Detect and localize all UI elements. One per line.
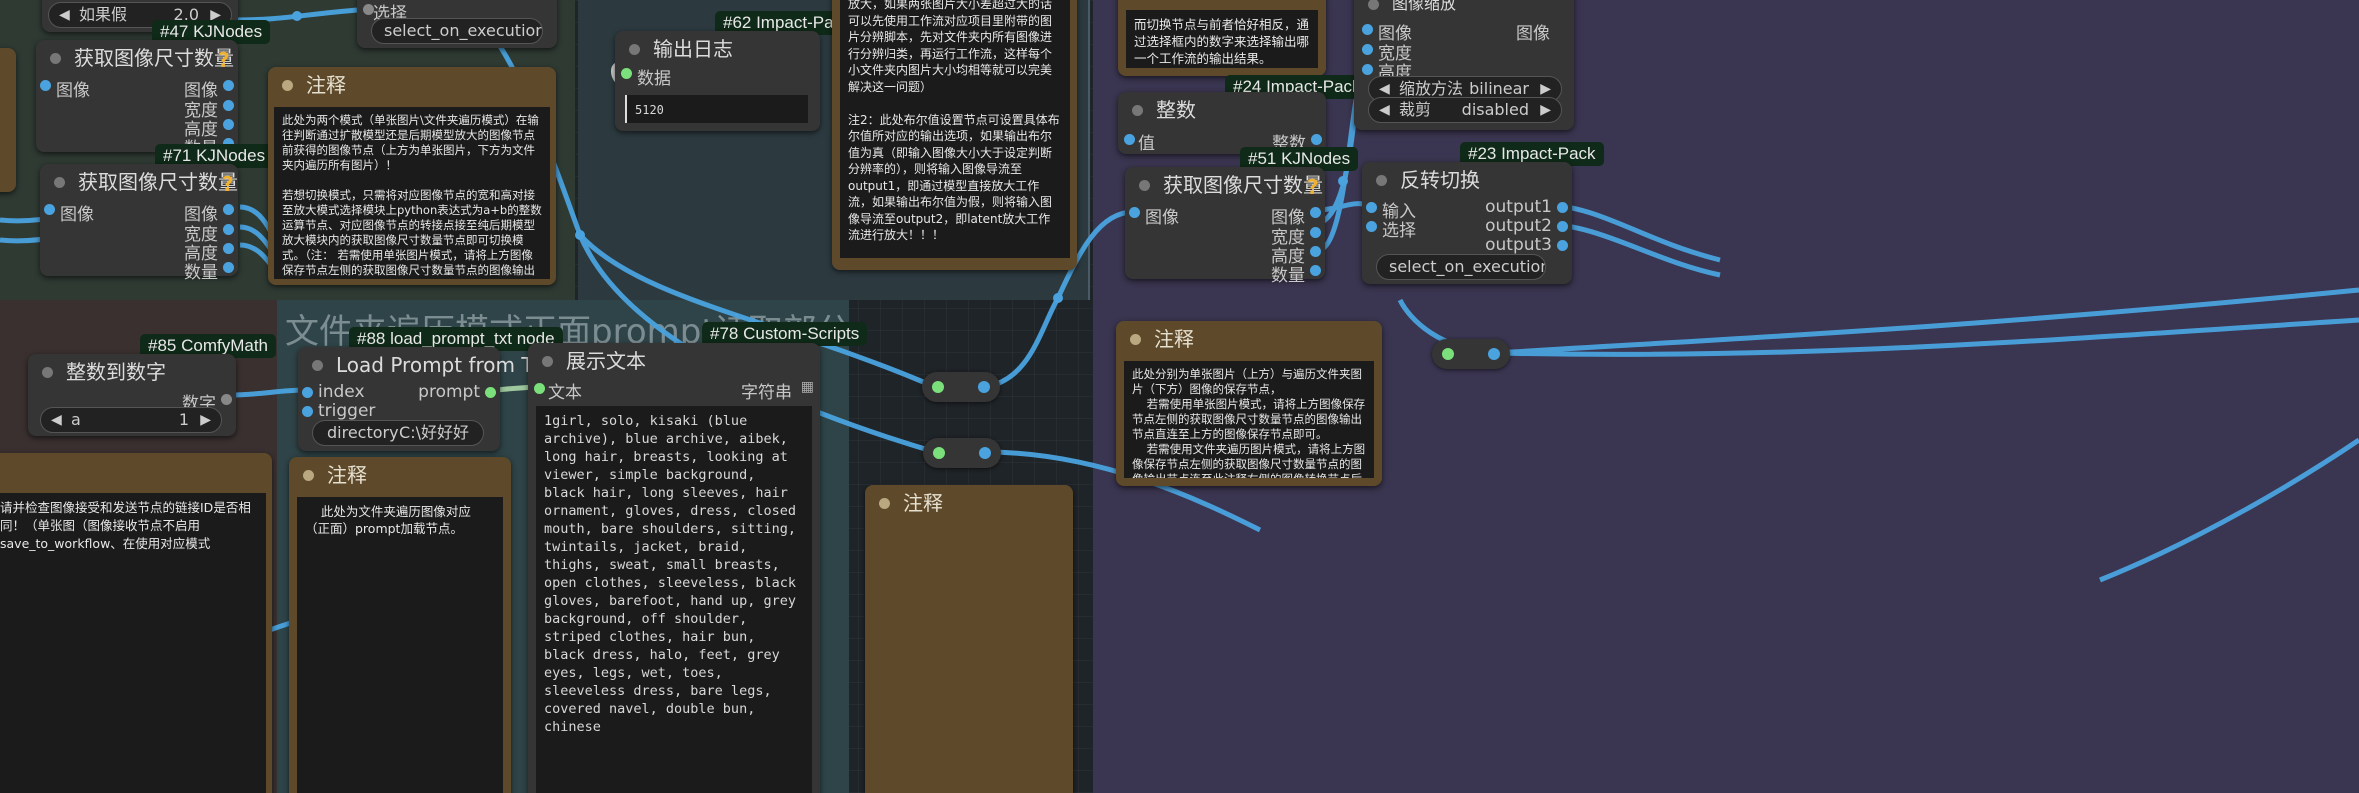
left-edge-node-fragment	[0, 48, 16, 192]
value-a-widget[interactable]: ◀ a 1 ▶	[40, 407, 222, 433]
graph-canvas[interactable]: 文件夹遍历模式正面prompt读取部分 ◀ 如果假 2.0 ▶ #47 KJNo…	[0, 0, 2359, 793]
reroute-node[interactable]	[1432, 339, 1510, 369]
reroute-node[interactable]	[922, 372, 1000, 402]
note-text[interactable]: 放大，如果两张图片大小差超过大的话可以先使用工作流对应项目里附带的图片分辨脚本，…	[840, 0, 1070, 258]
int-to-number-node[interactable]: 整数到数字 数字 ◀ a 1 ▶	[28, 354, 236, 436]
note-node-4[interactable]: 注释 此处分别为单张图片（上方）与遍历文件夹图片（下方）图像的保存节点， 若需使…	[1116, 321, 1382, 486]
note-node-1[interactable]: 注释 此处为两个模式（单张图片\文件夹遍历模式）在输往判断通过扩散模型还是后期模…	[268, 67, 556, 285]
note-text[interactable]: 请并检查图像接受和发送节点的链接ID是否相同！（单张图（图像接收节点不启用sav…	[0, 493, 266, 793]
note-node-3[interactable]: 而切换节点与前者恰好相反，通过选择框内的数字来选择输出哪一个工作流的输出结果。	[1118, 0, 1326, 76]
help-icon[interactable]: ?	[218, 48, 230, 72]
get-image-size-node-51[interactable]: 获取图像尺寸数量 ? 图像 图像 宽度 高度 数量	[1125, 167, 1325, 286]
directory-widget[interactable]: directory C:\好好好	[312, 420, 484, 446]
get-image-size-node-71[interactable]: 获取图像尺寸数量 ? 图像 图像 宽度 高度 数量	[40, 164, 238, 283]
note-node-6[interactable]: 请并检查图像接受和发送节点的链接ID是否相同！（单张图（图像接收节点不启用sav…	[0, 453, 272, 793]
show-text-content[interactable]: 1girl, solo, kisaki (blue archive), blue…	[536, 406, 812, 793]
select-mode-widget[interactable]: select_on_execution	[1376, 254, 1546, 280]
note-text[interactable]: 此处为文件夹遍历图像对应（正面）prompt加载节点。	[297, 497, 503, 793]
crop-widget[interactable]: ◀ 裁剪 disabled ▶	[1368, 97, 1562, 123]
note-text[interactable]: 此处为两个模式（单张图片\文件夹遍历模式）在输往判断通过扩散模型还是后期模型放大…	[274, 107, 550, 279]
select-mode-widget[interactable]: select_on_execution	[371, 18, 543, 44]
get-image-size-node-47[interactable]: 获取图像尺寸数量 ? 图像 图像 宽度 高度 数量	[36, 40, 238, 159]
help-icon[interactable]: ?	[1307, 175, 1319, 199]
note-text[interactable]: 而切换节点与前者恰好相反，通过选择框内的数字来选择输出哪一个工作流的输出结果。	[1126, 10, 1318, 68]
log-value: 5120	[625, 95, 808, 123]
note-node-7[interactable]: 注释	[865, 485, 1073, 793]
help-icon[interactable]: ?	[222, 172, 234, 196]
load-prompt-node[interactable]: Load Prompt from TXT index trigger promp…	[298, 347, 559, 451]
show-text-node[interactable]: 展示文本 文本 字符串 ▦ 1girl, solo, kisaki (blue …	[528, 343, 820, 793]
log-output-node[interactable]: 输出日志 数据 5120	[615, 31, 820, 131]
note-node-2[interactable]: 放大，如果两张图片大小差超过大的话可以先使用工作流对应项目里附带的图片分辨脚本，…	[832, 0, 1077, 270]
select-node[interactable]: 选择 select_on_execution	[357, 0, 557, 48]
integer-node[interactable]: 整数 值 整数	[1118, 92, 1326, 154]
image-scale-node[interactable]: 图像缩放 图像 图像 宽度 高度 ◀ 缩放方法 bilinear ▶ ◀ 裁剪 disab…	[1354, 0, 1574, 130]
grid-icon: ▦	[800, 379, 814, 395]
note-text[interactable]: 此处分别为单张图片（上方）与遍历文件夹图片（下方）图像的保存节点， 若需使用单张…	[1124, 361, 1374, 478]
inverse-switch-node[interactable]: 反转切换 输入 选择 output1 output2 output3 selec…	[1362, 162, 1572, 284]
reroute-node[interactable]	[923, 438, 1001, 468]
note-node-5[interactable]: 注释 此处为文件夹遍历图像对应（正面）prompt加载节点。	[289, 457, 511, 793]
